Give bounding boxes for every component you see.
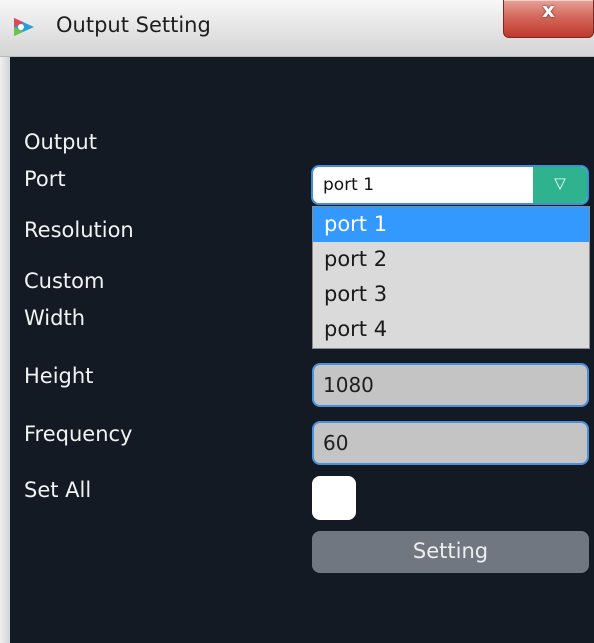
window-title: Output Setting — [56, 13, 211, 37]
width-label: Width — [24, 306, 86, 330]
resolution-label: Resolution — [24, 218, 134, 242]
setting-button-label: Setting — [412, 539, 489, 563]
frequency-field[interactable]: 60 — [312, 421, 589, 465]
output-label: Output — [24, 130, 97, 154]
port-option-3[interactable]: port 3 — [313, 277, 589, 312]
app-logo-icon — [14, 18, 34, 36]
window-border — [0, 57, 10, 643]
height-field-value: 1080 — [323, 373, 374, 397]
frequency-field-value: 60 — [323, 431, 349, 455]
height-field[interactable]: 1080 — [312, 363, 589, 407]
close-button[interactable]: x — [503, 0, 594, 38]
chevron-down-icon: ▽ — [554, 174, 566, 192]
title-bar[interactable]: Output Setting x — [0, 0, 594, 57]
port-select-value: port 1 — [323, 175, 375, 195]
set-all-label: Set All — [24, 478, 92, 502]
port-label: Port — [24, 167, 66, 191]
port-option-2[interactable]: port 2 — [313, 242, 589, 277]
set-all-checkbox[interactable] — [312, 476, 356, 520]
port-select-toggle[interactable]: ▽ — [533, 167, 587, 203]
setting-button[interactable]: Setting — [312, 531, 589, 573]
port-select[interactable]: port 1 ▽ — [311, 165, 589, 205]
port-dropdown-list: port 1 port 2 port 3 port 4 — [312, 206, 590, 349]
port-option-4[interactable]: port 4 — [313, 312, 589, 347]
custom-label: Custom — [24, 269, 105, 293]
port-option-1[interactable]: port 1 — [313, 207, 589, 242]
height-label: Height — [24, 364, 94, 388]
frequency-label: Frequency — [24, 422, 133, 446]
close-icon: x — [542, 0, 555, 22]
output-setting-window: Output Setting x Output Port Resolution … — [0, 0, 594, 643]
